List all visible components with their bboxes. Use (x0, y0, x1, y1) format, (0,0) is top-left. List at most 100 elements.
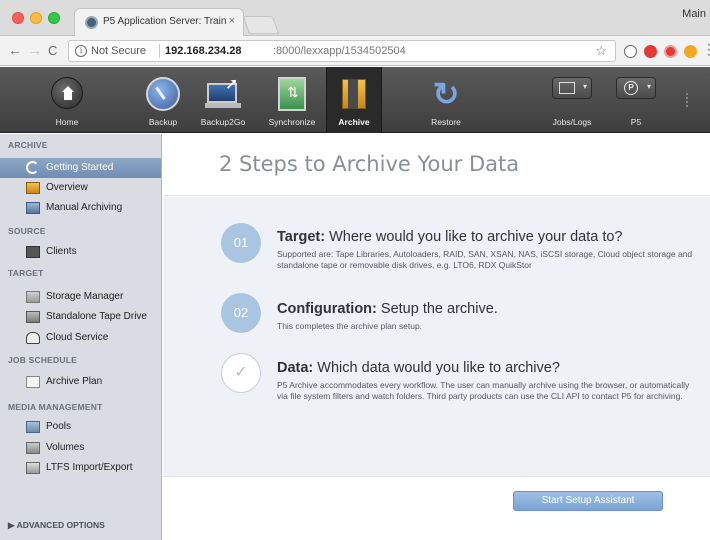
toolbar-restore-button[interactable]: ↻ Restore (420, 67, 472, 133)
p5-logo-icon: P ▾ (616, 77, 656, 99)
sidebar-item-label: LTFS Import/Export (46, 462, 133, 473)
browser-window: P5 Application Server: Training × Main ←… (0, 0, 710, 540)
step-2-badge: 02 (221, 293, 261, 333)
tab-strip: P5 Application Server: Training × Main (0, 0, 710, 36)
advanced-options-toggle[interactable]: ▶ ADVANCED OPTIONS (8, 520, 105, 531)
tab-title: P5 Application Server: Training (103, 16, 227, 27)
main-header: 2 Steps to Archive Your Data (163, 134, 710, 196)
jobs-monitor-icon: ▾ (552, 77, 592, 99)
sidebar-item-label: Volumes (46, 442, 85, 453)
toolbar-restore-label: Restore (431, 117, 461, 127)
overview-icon (26, 182, 40, 194)
toolbar-backup2go-label: Backup2Go (200, 117, 246, 127)
start-setup-assistant-button[interactable]: Start Setup Assistant (513, 491, 663, 511)
sidebar-item-overview[interactable]: Overview (0, 178, 161, 198)
browser-tab[interactable]: P5 Application Server: Training × (74, 8, 244, 36)
toolbar-p5-label: P5 (630, 117, 642, 127)
toolbar-jobs-logs-label: Jobs/Logs (552, 117, 592, 127)
manual-archiving-icon (26, 202, 40, 214)
cloud-service-icon (26, 332, 40, 344)
url-divider (159, 44, 160, 58)
steps-panel: 01 Target: Where would you like to archi… (163, 197, 710, 477)
advanced-options-label: ADVANCED OPTIONS (16, 520, 105, 530)
extension-circle-icon[interactable] (624, 45, 637, 58)
forward-arrow-icon[interactable]: → (28, 42, 42, 58)
tab-close-icon[interactable]: × (229, 15, 235, 27)
sidebar: ARCHIVE Getting Started Overview Manual … (0, 134, 162, 540)
sidebar-item-label: Pools (46, 421, 72, 432)
step-1-title-rest: Where would you like to archive your dat… (325, 229, 623, 245)
sidebar-item-manual-archiving[interactable]: Manual Archiving (0, 198, 161, 218)
step-1-title: Target: Where would you like to archive … (277, 229, 622, 245)
info-icon[interactable]: i (75, 45, 87, 57)
sidebar-item-archive-plan[interactable]: Archive Plan (0, 372, 161, 392)
sidebar-item-volumes[interactable]: Volumes (0, 438, 161, 458)
toolbar-backup-button[interactable]: Backup (138, 67, 188, 133)
sidebar-section-job-schedule: JOB SCHEDULE (8, 355, 77, 365)
backup2go-laptop-icon: ➚ (205, 77, 241, 111)
address-bar: ← → C i Not Secure 192.168.234.28 :8000/… (0, 36, 710, 66)
ltfs-icon (26, 462, 40, 474)
step-3-description: P5 Archive accommodates every workflow. … (277, 380, 690, 401)
minimize-window-button[interactable] (30, 12, 42, 24)
step-2-title-bold: Configuration: (277, 301, 377, 317)
extension-record-icon[interactable] (664, 45, 677, 58)
sidebar-item-label: Manual Archiving (46, 202, 123, 213)
step-3-check-icon: ✓ (221, 353, 261, 393)
volumes-icon (26, 442, 40, 454)
close-window-button[interactable] (12, 12, 24, 24)
toolbar-archive-label: Archive (338, 117, 370, 127)
main-content: 2 Steps to Archive Your Data 01 Target: … (163, 134, 710, 540)
pools-icon (26, 421, 40, 433)
step-3-title: Data: Which data would you like to archi… (277, 360, 560, 376)
step-2-description: This completes the archive plan setup. (277, 321, 423, 331)
archive-plan-icon (26, 376, 40, 388)
sidebar-item-storage-manager[interactable]: Storage Manager (0, 287, 161, 307)
toolbar-backup-label: Backup (148, 117, 178, 127)
sidebar-item-getting-started[interactable]: Getting Started (0, 158, 161, 178)
toolbar-home-label: Home (55, 117, 79, 127)
toolbar-p5-button[interactable]: P ▾ P5 (610, 67, 662, 133)
toolbar-grip-handle[interactable] (686, 93, 689, 107)
toolbar-home-button[interactable]: Home (40, 67, 94, 133)
toolbar-synchronize-button[interactable]: ⇅ Synchronize (260, 67, 324, 133)
sidebar-item-label: Storage Manager (46, 291, 124, 302)
sidebar-item-standalone-tape-drive[interactable]: Standalone Tape Drive (0, 307, 161, 327)
sidebar-item-pools[interactable]: Pools (0, 417, 161, 437)
tape-drive-icon (26, 311, 40, 323)
toolbar-backup2go-button[interactable]: ➚ Backup2Go (194, 67, 252, 133)
security-indicator[interactable]: Not Secure (91, 45, 146, 57)
toolbar-jobs-logs-button[interactable]: ▾ Jobs/Logs (542, 67, 602, 133)
bookmark-star-icon[interactable]: ☆ (595, 43, 607, 59)
toolbar-synchronize-label: Synchronize (268, 117, 316, 127)
sidebar-section-source: SOURCE (8, 226, 46, 236)
step-3-title-rest: Which data would you like to archive? (313, 360, 560, 376)
backup-gauge-icon (146, 77, 180, 111)
url-field[interactable]: i Not Secure 192.168.234.28 :8000/lexxap… (68, 40, 616, 62)
maximize-window-button[interactable] (48, 12, 60, 24)
extension-cookie-icon[interactable] (684, 45, 697, 58)
back-arrow-icon[interactable]: ← (8, 42, 22, 58)
restore-arrow-icon: ↻ (432, 76, 460, 112)
extension-shield-icon[interactable] (644, 45, 657, 58)
sidebar-item-ltfs-import-export[interactable]: LTFS Import/Export (0, 458, 161, 478)
step-1-badge: 01 (221, 223, 261, 263)
sidebar-item-label: Standalone Tape Drive (46, 311, 147, 322)
step-2-title: Configuration: Setup the archive. (277, 301, 498, 317)
synchronize-icon: ⇅ (278, 77, 306, 111)
profile-label[interactable]: Main (682, 8, 706, 20)
sidebar-section-archive: ARCHIVE (8, 140, 48, 150)
new-tab-button[interactable] (242, 16, 280, 34)
toolbar-archive-button[interactable]: Archive (326, 67, 382, 133)
sidebar-item-cloud-service[interactable]: Cloud Service (0, 328, 161, 348)
browser-menu-icon[interactable]: ⋮ (702, 41, 710, 58)
url-host: 192.168.234.28 (165, 45, 242, 57)
sidebar-item-clients[interactable]: Clients (0, 242, 161, 262)
sidebar-item-label: Archive Plan (46, 376, 103, 387)
clients-icon (26, 246, 40, 258)
step-2-title-rest: Setup the archive. (376, 301, 498, 317)
main-footer: Start Setup Assistant (163, 478, 710, 540)
storage-manager-icon (26, 291, 40, 303)
reload-icon[interactable]: C (48, 43, 57, 58)
url-path: :8000/lexxapp/1534502504 (273, 45, 406, 57)
